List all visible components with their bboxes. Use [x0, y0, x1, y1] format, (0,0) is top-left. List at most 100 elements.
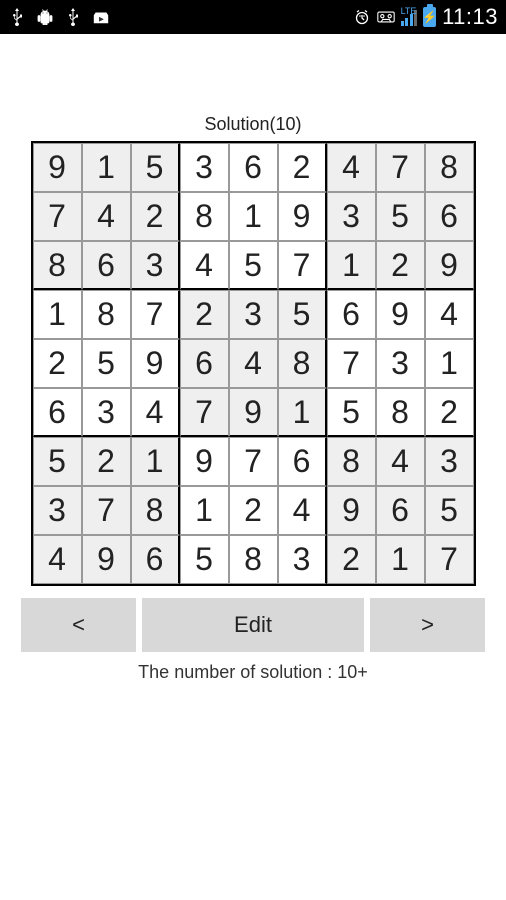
sudoku-cell: 2	[33, 339, 82, 388]
sudoku-cell: 5	[180, 535, 229, 584]
sudoku-cell: 2	[229, 486, 278, 535]
sudoku-cell: 6	[376, 486, 425, 535]
next-button[interactable]: >	[370, 598, 485, 652]
sudoku-cell: 2	[425, 388, 474, 437]
sudoku-cell: 8	[131, 486, 180, 535]
sudoku-cell: 4	[131, 388, 180, 437]
sudoku-cell: 9	[33, 143, 82, 192]
sudoku-cell: 3	[327, 192, 376, 241]
sudoku-cell: 4	[180, 241, 229, 290]
sudoku-cell: 8	[376, 388, 425, 437]
sudoku-cell: 1	[131, 437, 180, 486]
sudoku-cell: 3	[131, 241, 180, 290]
solution-title: Solution(10)	[204, 114, 301, 135]
sudoku-cell: 7	[278, 241, 327, 290]
usb-icon-2	[64, 8, 82, 26]
status-right-icons: LTE ⚡ 11:13	[353, 4, 498, 30]
sudoku-cell: 5	[33, 437, 82, 486]
sudoku-cell: 5	[278, 290, 327, 339]
sudoku-cell: 4	[33, 535, 82, 584]
sudoku-cell: 7	[82, 486, 131, 535]
alarm-icon	[353, 8, 371, 26]
sudoku-cell: 9	[278, 192, 327, 241]
sudoku-cell: 8	[278, 339, 327, 388]
sudoku-cell: 1	[376, 535, 425, 584]
battery-icon: ⚡	[423, 7, 436, 27]
sudoku-cell: 8	[327, 437, 376, 486]
sudoku-cell: 6	[82, 241, 131, 290]
sudoku-cell: 5	[229, 241, 278, 290]
sudoku-cell: 4	[376, 437, 425, 486]
play-store-icon	[92, 8, 110, 26]
solution-count-text: The number of solution : 10+	[138, 662, 368, 683]
sudoku-cell: 7	[229, 437, 278, 486]
sudoku-cell: 1	[327, 241, 376, 290]
sudoku-cell: 4	[425, 290, 474, 339]
sudoku-cell: 9	[327, 486, 376, 535]
sudoku-cell: 5	[376, 192, 425, 241]
status-left-icons	[8, 8, 110, 26]
sudoku-cell: 7	[131, 290, 180, 339]
sudoku-cell: 1	[229, 192, 278, 241]
sudoku-cell: 2	[131, 192, 180, 241]
sudoku-cell: 3	[82, 388, 131, 437]
sudoku-cell: 6	[131, 535, 180, 584]
main-content: Solution(10) 915362478742819356863457129…	[0, 34, 506, 683]
sudoku-cell: 1	[33, 290, 82, 339]
sudoku-cell: 8	[180, 192, 229, 241]
sudoku-cell: 3	[229, 290, 278, 339]
sudoku-cell: 4	[229, 339, 278, 388]
sudoku-cell: 2	[327, 535, 376, 584]
status-bar: LTE ⚡ 11:13	[0, 0, 506, 34]
sudoku-cell: 9	[229, 388, 278, 437]
sudoku-cell: 6	[180, 339, 229, 388]
sudoku-cell: 3	[376, 339, 425, 388]
sudoku-cell: 8	[33, 241, 82, 290]
sudoku-cell: 3	[425, 437, 474, 486]
usb-icon	[8, 8, 26, 26]
sudoku-cell: 2	[82, 437, 131, 486]
sudoku-cell: 5	[327, 388, 376, 437]
sudoku-cell: 6	[33, 388, 82, 437]
sudoku-cell: 6	[278, 437, 327, 486]
sudoku-cell: 4	[82, 192, 131, 241]
signal-icon: LTE	[401, 8, 418, 26]
sudoku-cell: 5	[425, 486, 474, 535]
sudoku-cell: 7	[327, 339, 376, 388]
sudoku-cell: 8	[425, 143, 474, 192]
lte-label: LTE	[401, 6, 417, 16]
sudoku-cell: 6	[425, 192, 474, 241]
sudoku-cell: 5	[82, 339, 131, 388]
prev-button[interactable]: <	[21, 598, 136, 652]
sudoku-cell: 1	[425, 339, 474, 388]
sudoku-cell: 5	[131, 143, 180, 192]
sudoku-cell: 9	[376, 290, 425, 339]
status-clock: 11:13	[442, 4, 498, 30]
sudoku-cell: 1	[278, 388, 327, 437]
sudoku-cell: 7	[376, 143, 425, 192]
sudoku-cell: 1	[82, 143, 131, 192]
sudoku-grid: 9153624787428193568634571291872356942596…	[31, 141, 476, 586]
sudoku-cell: 2	[180, 290, 229, 339]
sudoku-cell: 2	[278, 143, 327, 192]
sudoku-cell: 4	[327, 143, 376, 192]
sudoku-cell: 9	[131, 339, 180, 388]
button-row: < Edit >	[11, 598, 495, 652]
sudoku-cell: 6	[229, 143, 278, 192]
android-icon	[36, 8, 54, 26]
sudoku-cell: 9	[425, 241, 474, 290]
sudoku-cell: 9	[180, 437, 229, 486]
sudoku-cell: 2	[376, 241, 425, 290]
cassette-icon	[377, 8, 395, 26]
sudoku-cell: 7	[425, 535, 474, 584]
sudoku-cell: 4	[278, 486, 327, 535]
sudoku-cell: 3	[33, 486, 82, 535]
sudoku-cell: 6	[327, 290, 376, 339]
edit-button[interactable]: Edit	[142, 598, 364, 652]
sudoku-cell: 9	[82, 535, 131, 584]
sudoku-cell: 8	[82, 290, 131, 339]
sudoku-cell: 7	[33, 192, 82, 241]
sudoku-cell: 8	[229, 535, 278, 584]
sudoku-cell: 1	[180, 486, 229, 535]
sudoku-cell: 7	[180, 388, 229, 437]
